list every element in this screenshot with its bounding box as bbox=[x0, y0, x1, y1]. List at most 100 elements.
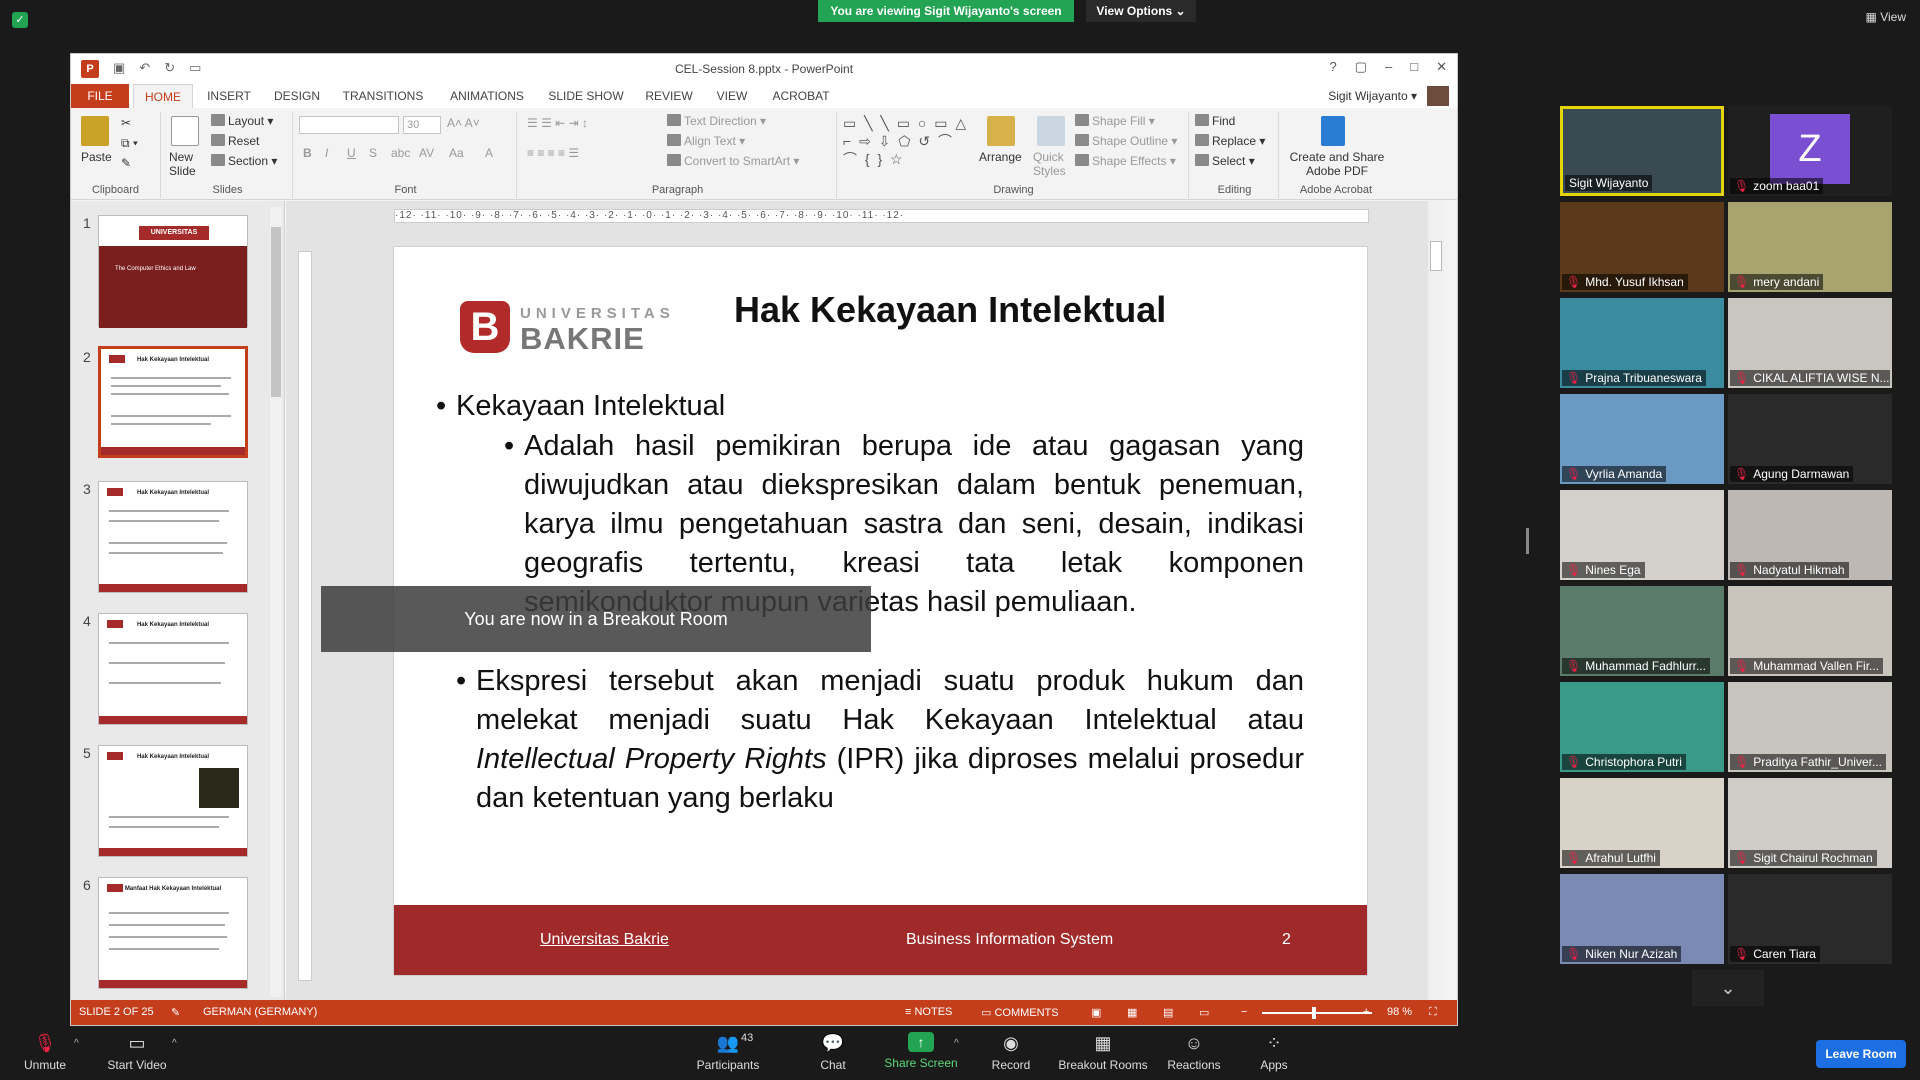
thumbnail-scroll-thumb[interactable] bbox=[271, 227, 281, 397]
new-slide-icon[interactable] bbox=[171, 116, 199, 146]
normal-view-icon[interactable]: ▣ bbox=[1091, 1006, 1101, 1019]
cut-icon[interactable]: ✂ bbox=[121, 116, 131, 130]
participant-tile[interactable]: 🎙 Nines Ega bbox=[1560, 490, 1724, 580]
participant-tile[interactable]: 🎙 Sigit Chairul Rochman bbox=[1728, 778, 1892, 868]
tab-transitions[interactable]: TRANSITIONS bbox=[335, 84, 431, 108]
video-options-caret-icon[interactable]: ^ bbox=[172, 1038, 177, 1049]
record-button[interactable]: ◉ Record bbox=[966, 1032, 1056, 1072]
start-video-button[interactable]: ▭ Start Video bbox=[92, 1032, 182, 1072]
shapes-gallery[interactable]: ▭ ╲ ╲ ▭ ○ ▭ △ ⌐ ⇨ ⇩ ⬠ ↺ ⌒ ⌒ { } ☆ bbox=[843, 114, 973, 168]
slide-title[interactable]: Hak Kekayaan Intelektual bbox=[734, 289, 1334, 331]
participant-tile[interactable]: Z 🎙 zoom baa01 bbox=[1728, 106, 1892, 196]
tab-design[interactable]: DESIGN bbox=[267, 84, 327, 108]
chat-button[interactable]: 💬 Chat bbox=[788, 1032, 878, 1072]
text-direction-button[interactable]: Text Direction ▾ bbox=[667, 114, 766, 128]
convert-smartart-button[interactable]: Convert to SmartArt ▾ bbox=[667, 154, 799, 168]
user-avatar[interactable] bbox=[1427, 86, 1449, 106]
audio-options-caret-icon[interactable]: ^ bbox=[74, 1038, 79, 1049]
fit-slide-icon[interactable]: ⛶ bbox=[1429, 1006, 1437, 1019]
ribbon-display-icon[interactable]: ▢ bbox=[1355, 59, 1367, 75]
apps-button[interactable]: ⁘ Apps bbox=[1229, 1032, 1319, 1072]
shadow-icon[interactable]: S bbox=[369, 146, 377, 160]
select-button[interactable]: Select ▾ bbox=[1195, 154, 1255, 168]
comments-button[interactable]: ▭ COMMENTS bbox=[981, 1006, 1059, 1019]
new-slide-button[interactable]: New Slide bbox=[169, 150, 209, 178]
quick-styles-icon[interactable] bbox=[1037, 116, 1065, 146]
thumbnail-scrollbar[interactable] bbox=[270, 207, 282, 997]
shape-outline-button[interactable]: Shape Outline ▾ bbox=[1075, 134, 1177, 148]
find-button[interactable]: Find bbox=[1195, 114, 1235, 128]
char-spacing-icon[interactable]: AV bbox=[419, 146, 434, 160]
zoom-slider[interactable] bbox=[1262, 1007, 1372, 1019]
slide-thumbnail[interactable]: Hak Kekayaan Intelektual bbox=[98, 481, 248, 593]
tab-insert[interactable]: INSERT bbox=[199, 84, 259, 108]
share-options-caret-icon[interactable]: ^ bbox=[954, 1038, 959, 1049]
minimize-icon[interactable]: – bbox=[1385, 59, 1392, 75]
participant-tile[interactable]: 🎙 Muhammad Vallen Fir... bbox=[1728, 586, 1892, 676]
participant-tile[interactable]: 🎙 Muhammad Fadhlurr... bbox=[1560, 586, 1724, 676]
reset-button[interactable]: Reset bbox=[211, 134, 259, 148]
participant-tile[interactable]: 🎙 Caren Tiara bbox=[1728, 874, 1892, 964]
gallery-next-page-chevron-down-icon[interactable]: ⌄ bbox=[1692, 970, 1764, 1006]
tab-animations[interactable]: ANIMATIONS bbox=[439, 84, 535, 108]
layout-button[interactable]: Layout ▾ bbox=[211, 114, 273, 128]
copy-icon[interactable]: ⧉ ▾ bbox=[121, 136, 138, 151]
font-name-box[interactable] bbox=[299, 116, 399, 134]
bullet-level1[interactable]: Kekayaan Intelektual bbox=[436, 387, 725, 426]
zoom-level[interactable]: 98 % bbox=[1387, 1006, 1412, 1018]
italic-icon[interactable]: I bbox=[325, 146, 328, 160]
paste-button[interactable]: Paste bbox=[81, 150, 112, 164]
format-painter-icon[interactable]: ✎ bbox=[121, 156, 131, 170]
shape-fill-button[interactable]: Shape Fill ▾ bbox=[1075, 114, 1155, 128]
tab-home[interactable]: HOME bbox=[133, 84, 193, 108]
slide-thumbnail[interactable]: Hak Kekayaan Intelektual bbox=[98, 745, 248, 857]
create-pdf-icon[interactable] bbox=[1321, 116, 1345, 146]
spellcheck-icon[interactable]: ✎ bbox=[171, 1006, 180, 1019]
zoom-out-icon[interactable]: − bbox=[1241, 1006, 1247, 1018]
grow-font-icon[interactable]: A˄ A˅ bbox=[447, 116, 480, 130]
arrange-button[interactable]: Arrange bbox=[979, 150, 1022, 164]
replace-button[interactable]: Replace ▾ bbox=[1195, 134, 1265, 148]
participant-tile[interactable]: Sigit Wijayanto bbox=[1560, 106, 1724, 196]
participant-tile[interactable]: 🎙 mery andani bbox=[1728, 202, 1892, 292]
font-size-box[interactable]: 30 bbox=[403, 116, 441, 134]
participant-tile[interactable]: 🎙 Vyrlia Amanda bbox=[1560, 394, 1724, 484]
participants-button[interactable]: 👥 Participants 43 bbox=[683, 1032, 773, 1072]
zoom-in-icon[interactable]: + bbox=[1363, 1006, 1369, 1018]
underline-icon[interactable]: U bbox=[347, 146, 356, 160]
editor-scroll-thumb[interactable] bbox=[1430, 241, 1442, 271]
slide-thumbnail[interactable]: UNIVERSITAS BAKRIE The Computer Ethics a… bbox=[98, 215, 248, 328]
create-share-pdf-button[interactable]: Create and Share Adobe PDF bbox=[1287, 150, 1387, 178]
tab-slide-show[interactable]: SLIDE SHOW bbox=[541, 84, 631, 108]
share-screen-button[interactable]: ↑ Share Screen bbox=[876, 1032, 966, 1070]
tab-acrobat[interactable]: ACROBAT bbox=[761, 84, 841, 108]
align-text-button[interactable]: Align Text ▾ bbox=[667, 134, 745, 148]
gallery-view-button[interactable]: ▦ View bbox=[1866, 10, 1906, 24]
section-button[interactable]: Section ▾ bbox=[211, 154, 277, 168]
participant-tile[interactable]: 🎙 Niken Nur Azizah bbox=[1560, 874, 1724, 964]
paste-icon[interactable] bbox=[81, 116, 109, 146]
participant-tile[interactable]: 🎙 CIKAL ALIFTIA WISE N... bbox=[1728, 298, 1892, 388]
participant-tile[interactable]: 🎙 Praditya Fathir_Univer... bbox=[1728, 682, 1892, 772]
participant-tile[interactable]: 🎙 Prajna Tribuaneswara bbox=[1560, 298, 1724, 388]
notes-button[interactable]: ≡ NOTES bbox=[905, 1006, 952, 1018]
language-indicator[interactable]: GERMAN (GERMANY) bbox=[203, 1006, 317, 1018]
slideshow-view-icon[interactable]: ▭ bbox=[1199, 1006, 1209, 1019]
maximize-icon[interactable]: □ bbox=[1410, 59, 1418, 75]
participant-tile[interactable]: 🎙 Afrahul Lutfhi bbox=[1560, 778, 1724, 868]
zoom-slider-knob[interactable] bbox=[1312, 1007, 1316, 1019]
breakout-rooms-button[interactable]: ▦ Breakout Rooms bbox=[1057, 1032, 1149, 1072]
tab-view[interactable]: VIEW bbox=[707, 84, 757, 108]
participant-tile[interactable]: 🎙 Nadyatul Hikmah bbox=[1728, 490, 1892, 580]
tab-review[interactable]: REVIEW bbox=[637, 84, 701, 108]
help-icon[interactable]: ? bbox=[1329, 59, 1336, 75]
font-color-icon[interactable]: A bbox=[485, 146, 493, 160]
reading-view-icon[interactable]: ▤ bbox=[1163, 1006, 1173, 1019]
bullet-level1-paragraph[interactable]: Ekspresi tersebut akan menjadi suatu pro… bbox=[456, 662, 1304, 818]
change-case-icon[interactable]: Aa bbox=[449, 146, 464, 160]
strikethrough-icon[interactable]: abc bbox=[391, 146, 410, 160]
align-icon[interactable]: ≡ ≡ ≡ ≡ ☰ bbox=[527, 146, 579, 160]
bold-icon[interactable]: B bbox=[303, 146, 312, 160]
view-options-button[interactable]: View Options ⌄ bbox=[1086, 0, 1196, 22]
reactions-button[interactable]: ☺ Reactions bbox=[1149, 1032, 1239, 1072]
